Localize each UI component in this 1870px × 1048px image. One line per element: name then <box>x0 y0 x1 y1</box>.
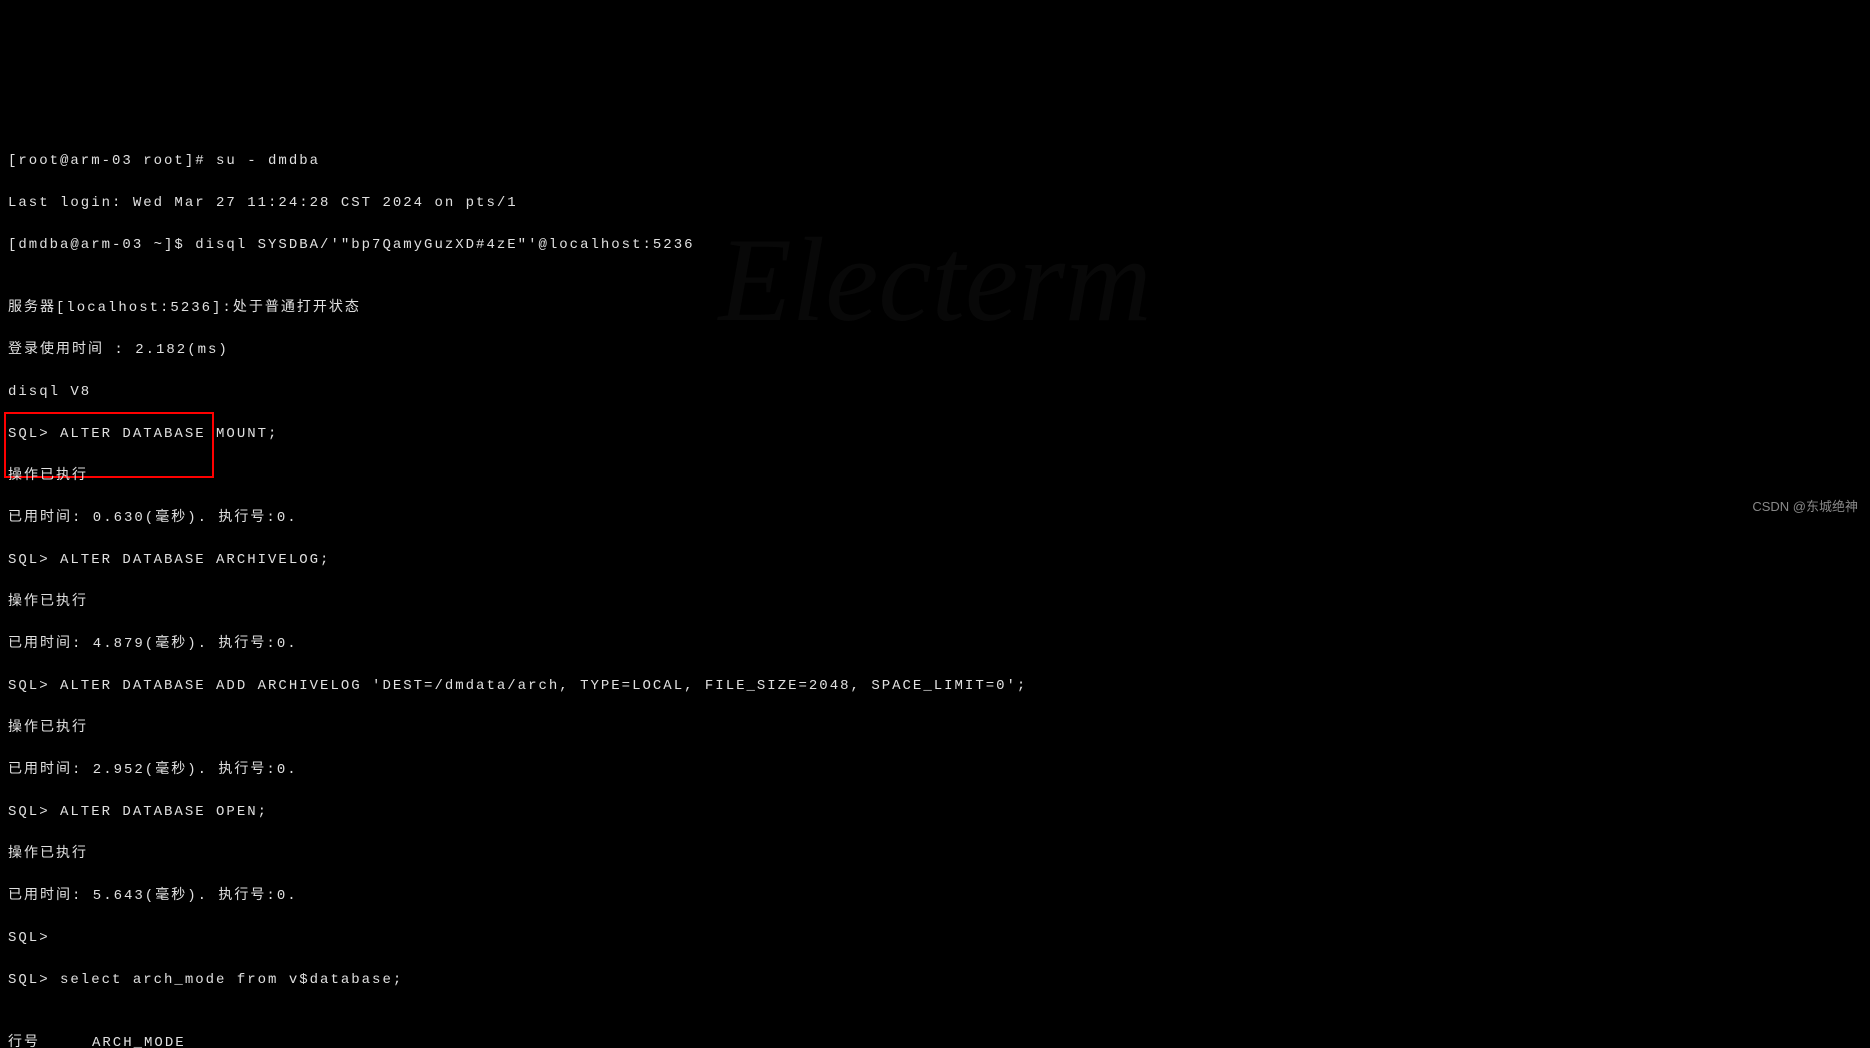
terminal-line: 已用时间: 5.643(毫秒). 执行号:0. <box>8 886 1862 907</box>
terminal-line: SQL> ALTER DATABASE MOUNT; <box>8 424 1862 445</box>
terminal-line: SQL> select arch_mode from v$database; <box>8 970 1862 991</box>
terminal-line: 服务器[localhost:5236]:处于普通打开状态 <box>8 298 1862 319</box>
terminal-line: 已用时间: 0.630(毫秒). 执行号:0. <box>8 508 1862 529</box>
terminal-line: [dmdba@arm-03 ~]$ disql SYSDBA/'"bp7Qamy… <box>8 235 1862 256</box>
terminal-line: 登录使用时间 : 2.182(ms) <box>8 340 1862 361</box>
terminal-line: 操作已执行 <box>8 592 1862 613</box>
terminal-line: SQL> ALTER DATABASE OPEN; <box>8 802 1862 823</box>
terminal-line: 行号 ARCH_MODE <box>8 1033 1862 1048</box>
terminal-line: disql V8 <box>8 382 1862 403</box>
terminal-line: 操作已执行 <box>8 466 1862 487</box>
terminal-line: 操作已执行 <box>8 844 1862 865</box>
terminal-line: [root@arm-03 root]# su - dmdba <box>8 151 1862 172</box>
terminal-line: 已用时间: 4.879(毫秒). 执行号:0. <box>8 634 1862 655</box>
terminal-line: SQL> ALTER DATABASE ADD ARCHIVELOG 'DEST… <box>8 676 1862 697</box>
terminal-line: SQL> ALTER DATABASE ARCHIVELOG; <box>8 550 1862 571</box>
terminal-line: 已用时间: 2.952(毫秒). 执行号:0. <box>8 760 1862 781</box>
terminal-line: 操作已执行 <box>8 718 1862 739</box>
terminal-line: SQL> <box>8 928 1862 949</box>
terminal-output[interactable]: [root@arm-03 root]# su - dmdba Last logi… <box>8 130 1862 1048</box>
terminal-line: Last login: Wed Mar 27 11:24:28 CST 2024… <box>8 193 1862 214</box>
